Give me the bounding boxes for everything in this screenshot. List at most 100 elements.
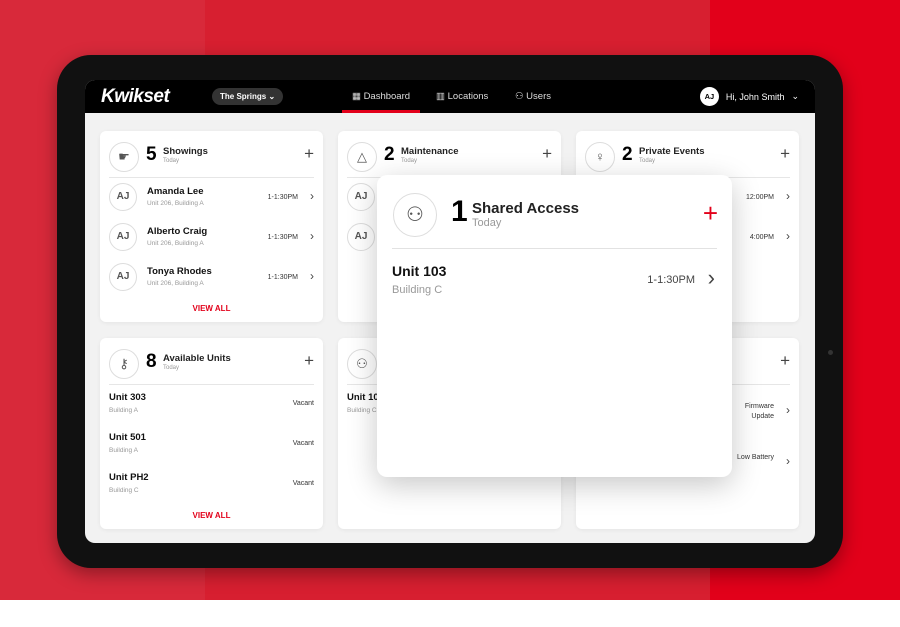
avatar: AJ: [699, 87, 719, 106]
time: 1-1:30PM: [267, 194, 298, 201]
add-button[interactable]: +: [780, 351, 790, 371]
nav-label: Users: [526, 91, 551, 102]
view-all-link[interactable]: VIEW ALL: [100, 304, 323, 313]
showings-card: ☛ 5 Showings Today + AJ Amanda Lee Unit 206, B…: [100, 131, 323, 322]
unit-name: Unit 10: [347, 392, 379, 403]
card-title: Showings: [163, 146, 208, 157]
card-subtitle: Today: [639, 158, 656, 164]
building-icon: ▥: [436, 91, 445, 102]
view-all-link[interactable]: VIEW ALL: [100, 511, 323, 520]
divider: [392, 248, 717, 249]
chevron-down-icon: ⌄: [268, 92, 276, 101]
nav-dashboard[interactable]: ▦ Dashboard: [342, 80, 420, 113]
building: Building C: [109, 487, 139, 494]
user-menu[interactable]: AJ Hi, John Smith ⌄: [699, 87, 799, 106]
status: Vacant: [292, 480, 314, 487]
card-title: Private Events: [639, 146, 705, 157]
nav-locations[interactable]: ▥ Locations: [436, 80, 488, 113]
avatar: AJ: [347, 183, 375, 211]
chevron-right-icon: ›: [786, 189, 790, 203]
greeting: Hi, John Smith: [725, 91, 785, 102]
nav-label: Locations: [447, 91, 489, 102]
grid-icon: ▦: [351, 91, 361, 102]
unit-name: Unit 103: [392, 263, 447, 279]
card-title: Maintenance: [401, 146, 459, 157]
list-item[interactable]: AJ Tonya Rhodes Unit 206, Building A 1-1:30…: [109, 261, 314, 297]
list-item[interactable]: Unit 103 Building C 1-1:30PM ›: [392, 261, 717, 301]
time: 1-1:30PM: [267, 234, 298, 241]
list-item[interactable]: AJ Alberto Craig Unit 206, Building A 1-1:3…: [109, 221, 314, 257]
add-button[interactable]: +: [703, 199, 718, 227]
chevron-right-icon: ›: [786, 229, 790, 243]
chevron-right-icon: ›: [707, 265, 715, 290]
add-button[interactable]: +: [304, 144, 314, 164]
avatar: AJ: [109, 263, 137, 291]
unit-name: Unit PH2: [109, 472, 149, 483]
card-subtitle: Today: [401, 158, 418, 164]
popup-title: Shared Access: [472, 200, 580, 217]
chevron-right-icon: ›: [786, 403, 790, 417]
count: 8: [146, 351, 157, 372]
unit-name: Unit 303: [109, 392, 146, 403]
status: Low Battery: [737, 454, 774, 461]
count: 1: [451, 195, 468, 228]
name: Alberto Craig: [147, 226, 208, 237]
list-item[interactable]: Unit 501 Building A Vacant: [109, 430, 314, 466]
count: 2: [622, 144, 633, 165]
cone-icon: △: [347, 142, 377, 172]
unit-name: Unit 501: [109, 432, 146, 443]
detail: Unit 206, Building A: [147, 240, 204, 247]
chevron-right-icon: ›: [310, 269, 314, 283]
chevron-right-icon: ›: [310, 229, 314, 243]
app-screen: Kwikset The Springs ⌄ ▦ Dashboard ▥ Loca…: [85, 80, 815, 543]
status: Vacant: [292, 440, 314, 447]
shared-access-popup: ⚇ 1 Shared Access Today + Unit 103 Build…: [377, 175, 732, 477]
count: 5: [146, 144, 157, 165]
avatar: AJ: [347, 223, 375, 251]
list-item[interactable]: Unit 303 Building A Vacant: [109, 390, 314, 426]
status: Vacant: [292, 400, 314, 407]
top-bar: Kwikset The Springs ⌄ ▦ Dashboard ▥ Loca…: [85, 80, 815, 113]
building: Building A: [109, 407, 138, 414]
nav-label: Dashboard: [363, 91, 411, 102]
card-subtitle: Today: [163, 365, 180, 371]
nav-users[interactable]: ⚇ Users: [515, 80, 551, 113]
card-subtitle: Today: [163, 158, 180, 164]
user-key-icon: ⚇: [393, 193, 437, 237]
time: 1-1:30PM: [647, 274, 695, 286]
users-icon: ⚇: [515, 91, 524, 102]
count: 2: [384, 144, 395, 165]
chevron-down-icon: ⌄: [791, 91, 799, 101]
add-button[interactable]: +: [780, 144, 790, 164]
time: 12:00PM: [745, 194, 774, 201]
cheers-icon: ♀: [585, 142, 615, 172]
name: Amanda Lee: [147, 186, 204, 197]
location-dropdown[interactable]: The Springs ⌄: [212, 88, 284, 105]
hand-icon: ☛: [109, 142, 139, 172]
card-title: Available Units: [163, 353, 231, 364]
status: Firmware Update: [744, 403, 774, 420]
detail: Unit 206, Building A: [147, 280, 204, 287]
list-item[interactable]: Unit PH2 Building C Vacant: [109, 470, 314, 506]
avatar: AJ: [109, 223, 137, 251]
chevron-right-icon: ›: [786, 454, 790, 468]
add-button[interactable]: +: [304, 351, 314, 371]
list-item[interactable]: AJ Amanda Lee Unit 206, Building A 1-1:30PM…: [109, 181, 314, 217]
location-label: The Springs: [220, 92, 267, 101]
key-icon: ⚷: [109, 349, 139, 379]
logo: Kwikset: [101, 86, 170, 107]
name: Tonya Rhodes: [147, 266, 212, 277]
popup-subtitle: Today: [472, 217, 502, 229]
camera: [828, 350, 833, 355]
building: Building C: [347, 407, 377, 414]
building: Building A: [109, 447, 138, 454]
building: Building C: [392, 284, 443, 296]
time: 4:00PM: [749, 234, 774, 241]
add-button[interactable]: +: [542, 144, 552, 164]
user-key-icon: ⚇: [347, 349, 377, 379]
available-units-card: ⚷ 8 Available Units Today + Unit 303 Building…: [100, 338, 323, 529]
detail: Unit 206, Building A: [147, 200, 204, 207]
avatar: AJ: [109, 183, 137, 211]
chevron-right-icon: ›: [310, 189, 314, 203]
time: 1-1:30PM: [267, 274, 298, 281]
